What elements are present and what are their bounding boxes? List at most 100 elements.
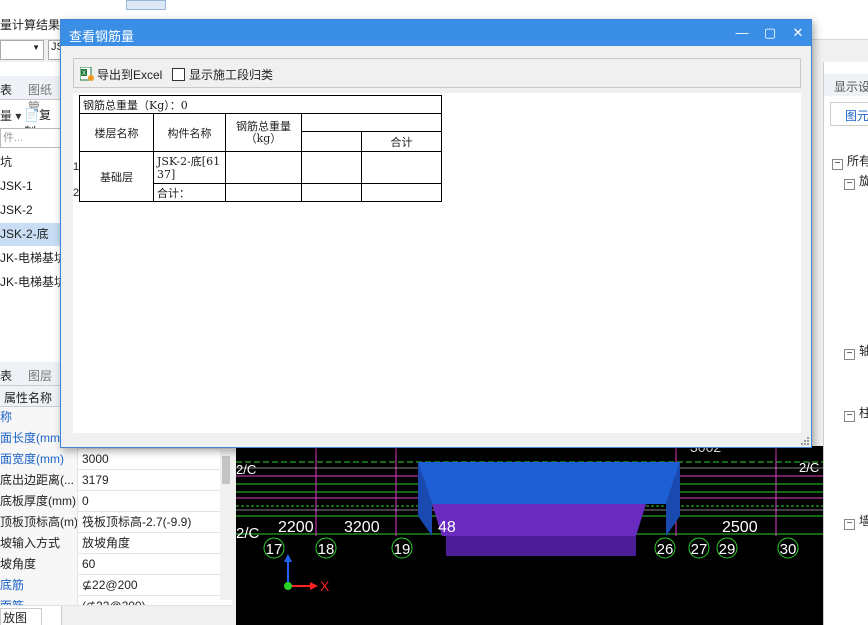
dimension-label: 2500: [722, 519, 758, 536]
checkbox-box[interactable]: [172, 67, 185, 81]
tree-node-label: 轴: [859, 344, 868, 358]
search-input[interactable]: 件...: [0, 128, 62, 148]
axis-label: 27: [691, 541, 708, 558]
col-total-header: 钢筋总重量（kg）: [225, 113, 302, 152]
dialog-titlebar[interactable]: 查看钢筋量 — ▢ ✕: [61, 20, 811, 46]
col-floor-header: 楼层名称: [79, 113, 154, 152]
prop-tabbar: 表 图层管: [0, 362, 62, 400]
tree-node[interactable]: − 旋: [844, 172, 868, 190]
axis-label: 30: [780, 541, 797, 558]
collapse-icon[interactable]: −: [844, 349, 855, 360]
prop-key: 底出边距离(...: [0, 470, 78, 491]
calc-result-title: 量计算结果: [0, 18, 61, 32]
prop-key: 坡角度: [0, 554, 78, 575]
minimize-icon: —: [735, 25, 749, 40]
axis-gizmo: X: [284, 554, 330, 594]
tree-node[interactable]: − 柱: [844, 404, 868, 422]
maximize-icon: ▢: [763, 25, 777, 40]
prop-row[interactable]: 坡角度 60: [0, 554, 232, 575]
tree-node[interactable]: − 轴: [844, 342, 868, 360]
prop-value[interactable]: 3179: [82, 470, 109, 491]
prop-value[interactable]: 60: [82, 554, 95, 575]
tab-bottom[interactable]: 放图: [0, 608, 42, 625]
prop-value[interactable]: (⊈22@200): [82, 596, 146, 605]
row-number: 1: [73, 161, 80, 173]
show-stage-checkbox[interactable]: 显示施工段归类: [172, 65, 273, 83]
copy-icon: 📄: [24, 108, 39, 122]
collapse-icon[interactable]: −: [844, 179, 855, 190]
axis-label: 19: [394, 541, 411, 558]
total-weight-line: 钢筋总重量（Kg）：0: [79, 95, 442, 114]
component-cell: JSK-2-底[6137]: [153, 151, 226, 184]
col-empty-header: [301, 113, 442, 132]
tab-elements[interactable]: 图元: [830, 102, 868, 126]
row-number: 2: [73, 187, 80, 199]
close-button[interactable]: ✕: [783, 20, 813, 46]
col-sum-header: 合计: [361, 131, 442, 152]
axis-label: 26: [657, 541, 674, 558]
floor-dropdown[interactable]: ▼: [0, 40, 44, 60]
cad-drawing: 17 18 19 26 27 29 30 2200 3200 48 2500 3…: [236, 446, 823, 594]
tab-table[interactable]: 表: [0, 81, 12, 98]
prop-value[interactable]: 筏板顶标高-2.7(-9.9): [82, 512, 191, 533]
new-icon[interactable]: 量 ▾: [0, 107, 21, 124]
subtotal-total-cell: [225, 183, 302, 202]
subtotal-empty-cell: [301, 183, 362, 202]
axis-x-label: X: [320, 578, 330, 594]
export-excel-button[interactable]: X 导出到Excel: [80, 65, 162, 83]
prop-row[interactable]: 底板厚度(mm) 0: [0, 491, 232, 512]
axis-label: 17: [266, 541, 283, 558]
tree-node-label: 墙: [859, 514, 868, 528]
minimize-button[interactable]: —: [727, 20, 757, 46]
dimension-label: 48: [438, 519, 456, 536]
scrollbar-thumb[interactable]: [222, 456, 230, 484]
row-label: 2/C: [236, 462, 256, 477]
tree-node-all[interactable]: − 所有: [832, 152, 868, 170]
tree-item-jsk2[interactable]: JSK-2: [0, 199, 62, 222]
tab-property-table[interactable]: 表: [0, 367, 12, 384]
prop-key: 底板厚度(mm): [0, 491, 78, 512]
prop-name-header: 属性名称: [4, 391, 53, 405]
tree-item-elevator-pit-2[interactable]: JK-电梯基坑: [0, 271, 62, 294]
tree-item-pit[interactable]: 坑: [0, 151, 62, 174]
resize-grip-icon[interactable]: [799, 435, 809, 445]
maximize-button[interactable]: ▢: [755, 20, 785, 46]
tree-item-jsk1[interactable]: JSK-1: [0, 175, 62, 198]
prop-key: 坡输入方式: [0, 533, 78, 554]
ribbon-button[interactable]: [126, 0, 166, 10]
collapse-icon[interactable]: −: [844, 519, 855, 530]
prop-row[interactable]: 底筋 ⊈22@200: [0, 575, 232, 596]
sum-cell: [361, 151, 442, 184]
report-area: 钢筋总重量（Kg）：0 楼层名称 构件名称 钢筋总重量（kg） 合计 基础层 J…: [73, 93, 801, 433]
left-tabbar: 表 图纸管: [0, 76, 62, 114]
prop-row[interactable]: 底出边距离(... 3179: [0, 470, 232, 491]
tree-node-label: 旋: [859, 174, 868, 188]
tree-item-elevator-pit-1[interactable]: JK-电梯基坑: [0, 247, 62, 270]
prop-value[interactable]: 3000: [82, 449, 109, 470]
subtotal-label: 合计：: [153, 183, 226, 202]
tree-node-label: 柱: [859, 406, 868, 420]
prop-row[interactable]: 坡输入方式 放坡角度: [0, 533, 232, 554]
axis-label: 29: [719, 541, 736, 558]
prop-key: 面筋: [0, 596, 78, 605]
axis-label: 18: [318, 541, 335, 558]
prop-value[interactable]: ⊈22@200: [82, 575, 138, 596]
collapse-icon[interactable]: −: [832, 159, 843, 170]
prop-row[interactable]: 面宽度(mm) 3000: [0, 449, 232, 470]
floor-cell: 基础层: [79, 151, 154, 202]
tree-node[interactable]: − 墙: [844, 512, 868, 530]
chevron-down-icon: ▼: [32, 43, 40, 52]
right-panel: 显示设 图元 − 所有 − 旋 − 轴 − 柱 − 墙: [823, 62, 868, 625]
prop-value[interactable]: 放坡角度: [82, 533, 130, 554]
collapse-icon[interactable]: −: [844, 411, 855, 422]
prop-value[interactable]: 0: [82, 491, 89, 512]
col-component-header: 构件名称: [153, 113, 226, 152]
property-scrollbar[interactable]: [220, 450, 232, 600]
prop-key: 顶板顶标高(m): [0, 512, 78, 533]
tree-item-jsk2-bottom[interactable]: JSK-2-底: [0, 223, 62, 246]
total-cell: [225, 151, 302, 184]
prop-row[interactable]: 面筋 (⊈22@200): [0, 596, 232, 606]
excel-icon: X: [80, 67, 94, 81]
prop-row[interactable]: 顶板顶标高(m) 筏板顶标高-2.7(-9.9): [0, 512, 232, 533]
cad-viewport[interactable]: 17 18 19 26 27 29 30 2200 3200 48 2500 3…: [236, 446, 823, 625]
